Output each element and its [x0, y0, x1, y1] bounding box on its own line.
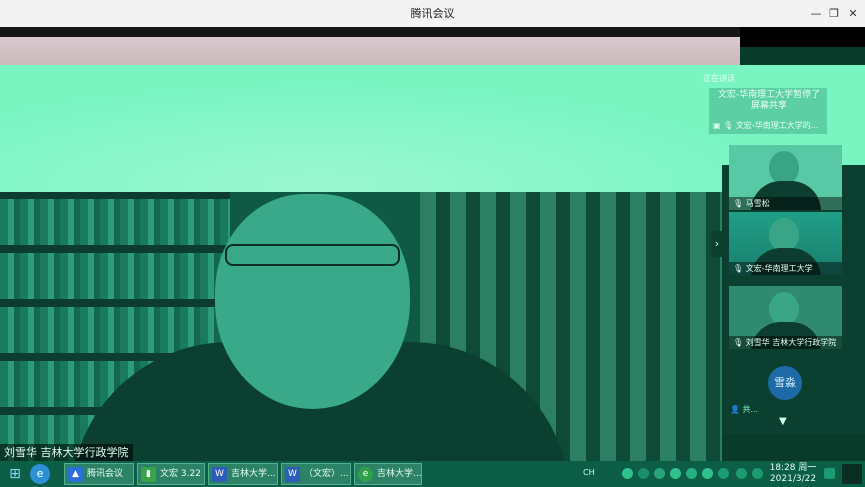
notification-icon[interactable]: [752, 468, 763, 479]
participant-tile-3[interactable]: 🎙 刘雪华 吉林大学行政学院: [729, 286, 842, 349]
participant-name: 🎙 马雪松: [729, 197, 842, 210]
task-browser[interactable]: e 吉林大学...: [354, 463, 422, 485]
task-word-1[interactable]: W 吉林大学...: [208, 463, 278, 485]
user-icon: 👤: [730, 405, 743, 414]
tencent-meeting-icon: ▲: [68, 467, 83, 482]
video-glitch-top: [0, 27, 865, 37]
word-icon: W: [285, 467, 300, 482]
mic-icon: 🎙: [733, 199, 746, 208]
collapse-panel-button[interactable]: ›: [711, 231, 723, 257]
participant-name: 🎙 刘雪华 吉林大学行政学院: [729, 336, 842, 349]
system-clock[interactable]: 18:28 周一 2021/3/22: [768, 463, 818, 485]
task-word-2[interactable]: W （文宏）...: [281, 463, 351, 485]
speaker-name-label: 刘雪华 吉林大学行政学院: [0, 444, 133, 461]
share-paused-text: 文宏-华南理工大学暂停了屏幕共享: [717, 90, 821, 111]
member-count[interactable]: 👤 共...: [730, 404, 770, 418]
participant-tile-1[interactable]: 🎙 马雪松: [729, 145, 842, 210]
input-language[interactable]: CH: [583, 468, 595, 477]
folder-icon: ▮: [141, 467, 156, 482]
video-glitch-band: [0, 37, 740, 67]
video-black-block: [740, 27, 865, 47]
title-bar: 腾讯会议 — ❐ ✕: [0, 0, 865, 27]
mic-icon: 🎙: [723, 121, 734, 130]
chevron-right-icon: ›: [714, 237, 720, 250]
participant-head: [769, 151, 799, 185]
browser-icon: e: [358, 467, 373, 482]
word-icon: W: [212, 467, 227, 482]
task-folder[interactable]: ▮ 文宏 3.22: [137, 463, 205, 485]
close-button[interactable]: ✕: [842, 0, 864, 27]
tray-icon[interactable]: [638, 468, 649, 479]
mic-icon: 🎙: [733, 338, 746, 347]
clock-time: 18:28 周一: [769, 463, 817, 473]
speaker-face: [215, 194, 410, 409]
ie-icon[interactable]: e: [30, 464, 50, 484]
participant-head: [769, 218, 799, 252]
mic-icon: 🎙: [733, 264, 746, 273]
clock-date: 2021/3/22: [769, 474, 817, 484]
screen-icon: ▣: [713, 121, 721, 130]
windows-icon: ⊞: [9, 466, 21, 482]
share-source-text: ▣ 🎙 文宏-华南理工大学的...: [713, 121, 819, 130]
speaker-glasses: [225, 244, 400, 266]
scroll-down-icon[interactable]: ▼: [779, 416, 787, 427]
tray-icon[interactable]: [654, 468, 665, 479]
tray-icon[interactable]: [686, 468, 697, 479]
network-icon[interactable]: [718, 468, 729, 479]
start-button[interactable]: ⊞: [4, 461, 26, 487]
share-notice-card: 文宏-华南理工大学暂停了屏幕共享 ▣ 🎙 文宏-华南理工大学的...: [709, 88, 827, 134]
show-desktop-button[interactable]: [842, 464, 862, 484]
participant-head: [769, 292, 799, 326]
tray-icon[interactable]: [670, 468, 681, 479]
speaking-header: 正在讲话: [665, 70, 845, 88]
participant-tile-2[interactable]: 🎙 文宏-华南理工大学: [729, 212, 842, 275]
avatar[interactable]: 雪淼: [768, 366, 802, 400]
speaking-label: 正在讲话: [703, 74, 735, 83]
tray-icon[interactable]: [702, 468, 713, 479]
taskbar: ⊞ e ▲ 腾讯会议 ▮ 文宏 3.22 W 吉林大学... W （文宏）...…: [0, 461, 865, 487]
window-title: 腾讯会议: [410, 7, 455, 20]
action-center-icon[interactable]: [824, 468, 835, 479]
tray-icon[interactable]: [622, 468, 633, 479]
volume-icon[interactable]: [736, 468, 747, 479]
task-tencent-meeting[interactable]: ▲ 腾讯会议: [64, 463, 134, 485]
speaker-video: [0, 192, 722, 461]
participant-name: 🎙 文宏-华南理工大学: [729, 262, 842, 275]
